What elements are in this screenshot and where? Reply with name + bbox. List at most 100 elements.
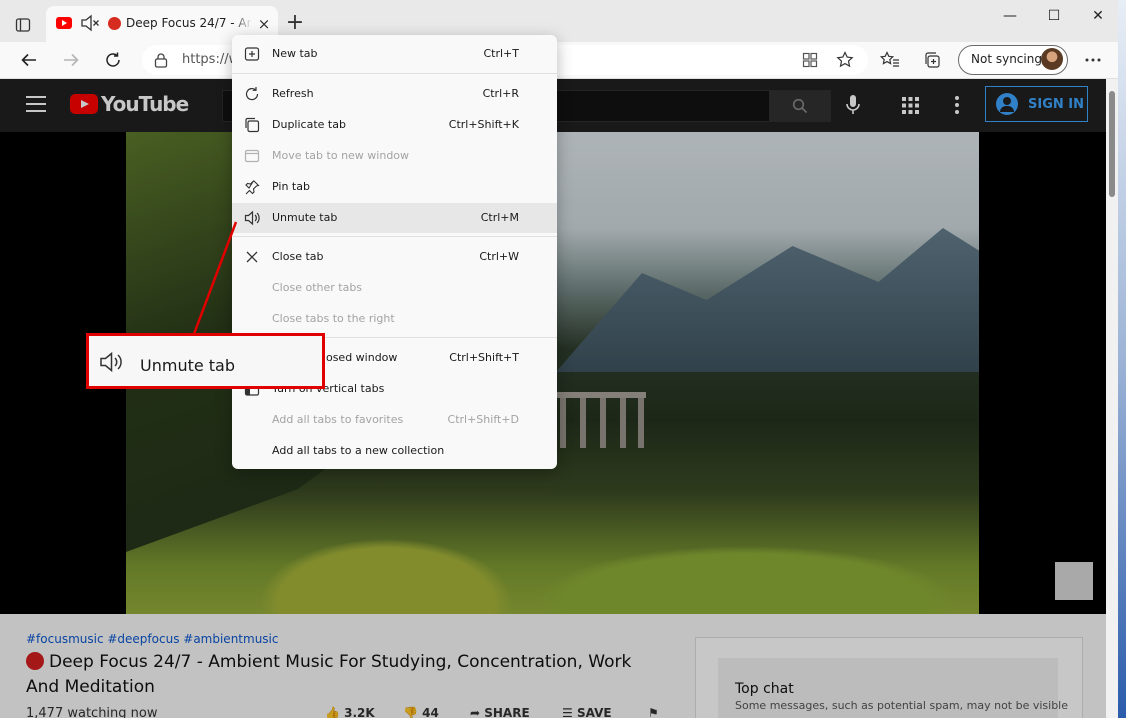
save-label: SAVE: [576, 706, 612, 718]
menu-item-label: New tab: [272, 47, 318, 60]
channel-watermark-icon[interactable]: [1055, 562, 1093, 600]
mountain-shape: [556, 228, 979, 372]
menu-item-add-tabs-favorites: Add all tabs to favorites Ctrl+Shift+D: [232, 405, 557, 435]
chat-header[interactable]: Top chat Some messages, such as potentia…: [718, 658, 1068, 718]
collections-icon[interactable]: [918, 46, 946, 74]
duplicate-icon: [244, 117, 262, 133]
desktop-wallpaper: [1118, 0, 1126, 718]
apps-icon[interactable]: [796, 46, 824, 74]
menu-item-pin-tab[interactable]: Pin tab: [232, 172, 557, 202]
new-tab-button[interactable]: +: [283, 12, 307, 36]
sign-in-label: SIGN IN: [1028, 96, 1084, 112]
menu-item-label: Move tab to new window: [272, 149, 410, 162]
chat-subtext: Some messages, such as potential spam, m…: [735, 699, 1069, 712]
account-icon: [996, 93, 1018, 115]
menu-item-label: Refresh: [272, 87, 314, 100]
page-scrollbar[interactable]: [1106, 79, 1118, 718]
menu-item-shortcut: Ctrl+M: [480, 211, 519, 224]
video-title: Deep Focus 24/7 - Ambient Music For Stud…: [26, 650, 646, 700]
speaker-icon: [99, 351, 125, 377]
search-icon: [792, 98, 808, 114]
callout-label: Unmute tab: [140, 356, 236, 375]
maximize-button[interactable]: ☐: [1032, 4, 1076, 28]
menu-item-label: Add all tabs to favorites: [272, 413, 404, 426]
menu-hamburger-icon[interactable]: [26, 96, 46, 112]
menu-item-unmute-tab[interactable]: Unmute tab Ctrl+M: [232, 203, 557, 233]
back-arrow-icon: [21, 53, 36, 67]
page-content: YouTube SIGN IN #focusmusic #deepfocus #…: [0, 79, 1118, 718]
menu-item-shortcut: Ctrl+Shift+T: [449, 351, 519, 364]
minimize-button[interactable]: —: [988, 4, 1032, 28]
viaduct-image: [556, 392, 646, 448]
save-button[interactable]: ☰ SAVE: [562, 706, 612, 718]
microphone-icon[interactable]: [845, 94, 861, 120]
menu-item-refresh[interactable]: Refresh Ctrl+R: [232, 79, 557, 109]
refresh-button[interactable]: [99, 46, 127, 74]
pin-icon: [244, 179, 262, 195]
live-chat-panel: Top chat Some messages, such as potentia…: [695, 637, 1083, 718]
window-close-button[interactable]: ✕: [1076, 4, 1118, 28]
dislike-count: 44: [422, 706, 439, 718]
share-button[interactable]: ➦ SHARE: [470, 706, 530, 718]
muted-speaker-icon[interactable]: [80, 14, 100, 32]
like-count: 3.2K: [344, 706, 375, 718]
tab-strip: Deep Focus 24/7 - Ambient Music For Stud…: [0, 0, 1118, 42]
menu-item-move-tab: Move tab to new window: [232, 141, 557, 171]
unmute-callout: Unmute tab: [86, 333, 325, 389]
share-label: SHARE: [484, 706, 530, 718]
menu-item-shortcut: Ctrl+Shift+K: [448, 118, 519, 131]
back-button[interactable]: [15, 46, 43, 74]
apps-grid-icon[interactable]: [902, 97, 919, 118]
settings-dots-icon[interactable]: [955, 96, 959, 118]
video-hashtags[interactable]: #focusmusic #deepfocus #ambientmusic: [26, 632, 278, 646]
like-button[interactable]: 👍 3.2K: [325, 706, 375, 718]
chat-heading: Top chat: [735, 681, 794, 697]
menu-item-duplicate-tab[interactable]: Duplicate tab Ctrl+Shift+K: [232, 110, 557, 140]
live-dot-icon: [26, 652, 44, 670]
tab-context-menu: New tab Ctrl+T Refresh Ctrl+R Duplicate …: [232, 35, 557, 469]
menu-item-add-tabs-collection[interactable]: Add all tabs to a new collection: [232, 436, 557, 466]
menu-item-shortcut: Ctrl+T: [483, 47, 519, 60]
new-tab-icon: [244, 46, 262, 62]
sync-profile-button[interactable]: Not syncing: [958, 45, 1068, 75]
youtube-favicon-icon: [56, 17, 72, 29]
add-favorite-icon[interactable]: [831, 46, 859, 74]
video-title-text: Deep Focus 24/7 - Ambient Music For Stud…: [26, 652, 632, 697]
tab-close-button[interactable]: ×: [254, 14, 274, 34]
sync-label: Not syncing: [971, 52, 1042, 66]
menu-item-label: Duplicate tab: [272, 118, 346, 131]
menu-item-shortcut: Ctrl+Shift+D: [447, 413, 519, 426]
menu-item-label: Close tabs to the right: [272, 312, 395, 325]
tab-title: Deep Focus 24/7 - Ambient Music For Stud…: [126, 16, 252, 30]
forward-arrow-icon: [64, 53, 79, 67]
refresh-icon: [244, 86, 262, 102]
flag-icon[interactable]: ⚑: [648, 706, 659, 718]
tab-actions-icon[interactable]: [10, 12, 36, 38]
scrollbar-thumb[interactable]: [1109, 91, 1115, 197]
menu-item-shortcut: Ctrl+R: [482, 87, 519, 100]
youtube-search-button[interactable]: [769, 90, 831, 122]
menu-divider: [232, 73, 557, 74]
thumbs-up-icon: 👍: [325, 706, 340, 718]
menu-item-shortcut: Ctrl+W: [479, 250, 519, 263]
dislike-button[interactable]: 👎 44: [403, 706, 439, 718]
menu-item-label: Pin tab: [272, 180, 310, 193]
youtube-logo-icon[interactable]: [70, 94, 98, 114]
favorites-icon[interactable]: [876, 46, 904, 74]
menu-item-label: Add all tabs to a new collection: [272, 444, 445, 457]
menu-item-label: Unmute tab: [272, 211, 338, 224]
refresh-icon: [106, 52, 120, 67]
more-menu-icon[interactable]: [1079, 46, 1107, 74]
speaker-icon: [244, 210, 262, 226]
menu-item-close-tabs-right: Close tabs to the right: [232, 304, 557, 334]
lock-icon: [154, 52, 168, 72]
youtube-logo-text[interactable]: YouTube: [101, 92, 189, 116]
share-arrow-icon: ➦: [470, 706, 481, 718]
menu-item-close-tab[interactable]: Close tab Ctrl+W: [232, 242, 557, 272]
thumbs-down-icon: 👎: [403, 706, 418, 718]
menu-divider: [232, 236, 557, 237]
menu-item-label: Close other tabs: [272, 281, 363, 294]
menu-item-new-tab[interactable]: New tab Ctrl+T: [232, 39, 557, 69]
sign-in-button[interactable]: SIGN IN: [985, 86, 1088, 122]
forward-button[interactable]: [57, 46, 85, 74]
